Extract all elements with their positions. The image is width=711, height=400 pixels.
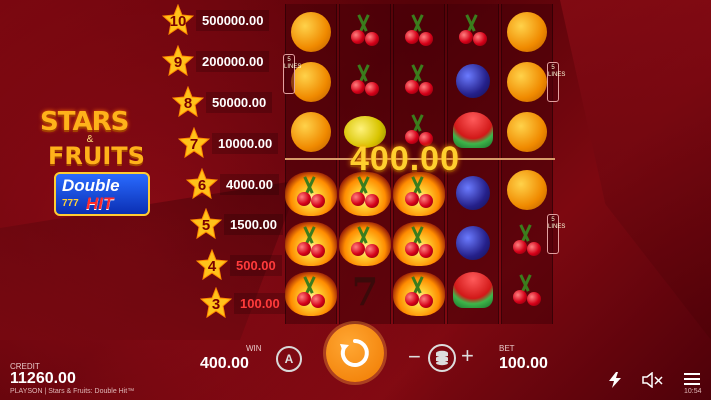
plum-symbol	[456, 176, 490, 210]
orange-symbol	[507, 170, 547, 210]
badge-hit-text: HIT	[86, 194, 114, 213]
burning-cherry-symbol	[393, 272, 445, 316]
win-amount-popup: 400.00	[350, 140, 460, 178]
cherry-symbol	[345, 12, 385, 52]
game-logo: STARS & FRUITS Double 777 HIT	[40, 108, 160, 216]
star-count: 4	[207, 258, 217, 275]
payout-value: 1500.00	[224, 213, 283, 235]
star-count: 9	[173, 54, 183, 71]
increase-bet-button[interactable]: +	[461, 345, 474, 367]
control-bar: CREDIT 11260.00 PLAYSON | Stars & Fruits…	[0, 324, 711, 400]
payout-value: 50000.00	[206, 91, 273, 113]
plum-symbol	[456, 226, 490, 260]
paytable-row: 9 200000.00	[162, 45, 270, 77]
lightning-icon[interactable]	[608, 372, 622, 388]
lines-indicator-right: 5 LINES	[547, 62, 565, 102]
star-count: 6	[197, 177, 207, 194]
paytable-row: 6 4000.00	[186, 168, 279, 200]
autoplay-icon: A	[284, 352, 294, 366]
plum-symbol	[456, 64, 490, 98]
game-footer-text: PLAYSON | Stars & Fruits: Double Hit™	[10, 388, 135, 395]
win-label: WIN	[246, 344, 262, 353]
win-value: 400.00	[200, 355, 249, 372]
orange-symbol	[507, 112, 547, 152]
clock: 10:54	[684, 388, 702, 395]
bet-value: 100.00	[499, 355, 548, 372]
spin-arrow-icon	[340, 339, 369, 367]
lines-indicator-left: 5 LINES	[283, 54, 301, 94]
cherry-symbol	[345, 62, 385, 102]
payout-value: 500000.00	[196, 9, 270, 31]
star-count: 7	[189, 136, 199, 153]
speaker-muted-icon[interactable]	[642, 372, 664, 388]
cherry-symbol	[399, 12, 439, 52]
cherry-symbol	[453, 12, 493, 52]
star-count: 3	[211, 296, 221, 313]
bet-label: BET	[499, 344, 515, 353]
star-icon: 6	[186, 168, 218, 200]
double-hit-badge: Double 777 HIT	[54, 172, 150, 216]
paytable-row: 8 50000.00	[172, 86, 273, 118]
star-count: 10	[169, 13, 187, 30]
star-icon: 4	[196, 249, 228, 281]
burning-cherry-symbol	[339, 222, 391, 266]
badge-double-text: Double	[62, 176, 120, 195]
cherry-symbol	[507, 272, 547, 312]
star-count: 5	[201, 217, 211, 234]
star-icon: 8	[172, 86, 204, 118]
orange-symbol	[291, 12, 331, 52]
burning-cherry-symbol	[393, 222, 445, 266]
autoplay-button[interactable]: A	[276, 346, 302, 372]
star-count: 8	[183, 95, 193, 112]
spin-button[interactable]	[326, 324, 384, 382]
hamburger-menu-icon[interactable]	[684, 372, 700, 386]
payout-value: 10000.00	[212, 132, 279, 154]
payout-value: 4000.00	[220, 173, 279, 195]
paytable-row: 7 10000.00	[178, 127, 279, 159]
star-icon: 5	[190, 208, 222, 240]
star-icon: 7	[178, 127, 210, 159]
orange-symbol	[507, 12, 547, 52]
star-icon: 10	[162, 4, 194, 36]
decrease-bet-button[interactable]: −	[408, 346, 421, 368]
paytable-row: 4 500.00	[196, 249, 282, 281]
credit-value: 11260.00	[10, 370, 76, 387]
logo-fruits-text: FRUITS	[48, 142, 145, 170]
burning-cherry-symbol	[285, 272, 337, 316]
payout-value: 100.00	[234, 292, 286, 314]
cherry-symbol	[507, 222, 547, 262]
lines-indicator-right: 5 LINES	[547, 214, 565, 254]
paytable-row: 10 500000.00	[162, 4, 270, 36]
watermelon-symbol	[453, 272, 493, 308]
paytable-row: 5 1500.00	[190, 208, 283, 240]
logo-stars-text: STARS	[40, 107, 129, 137]
seven-symbol: 7	[351, 269, 379, 314]
coin-stack-icon	[436, 350, 448, 366]
bet-selector-button[interactable]	[428, 344, 456, 372]
burning-cherry-symbol	[285, 172, 337, 216]
star-icon: 3	[200, 287, 232, 319]
payout-value: 500.00	[230, 254, 282, 276]
payout-value: 200000.00	[196, 50, 270, 72]
cherry-symbol	[399, 62, 439, 102]
orange-symbol	[507, 62, 547, 102]
star-icon: 9	[162, 45, 194, 77]
orange-symbol	[291, 112, 331, 152]
badge-sevens-text: 777	[62, 198, 79, 209]
paytable-row: 3 100.00	[200, 287, 286, 319]
burning-cherry-symbol	[285, 222, 337, 266]
